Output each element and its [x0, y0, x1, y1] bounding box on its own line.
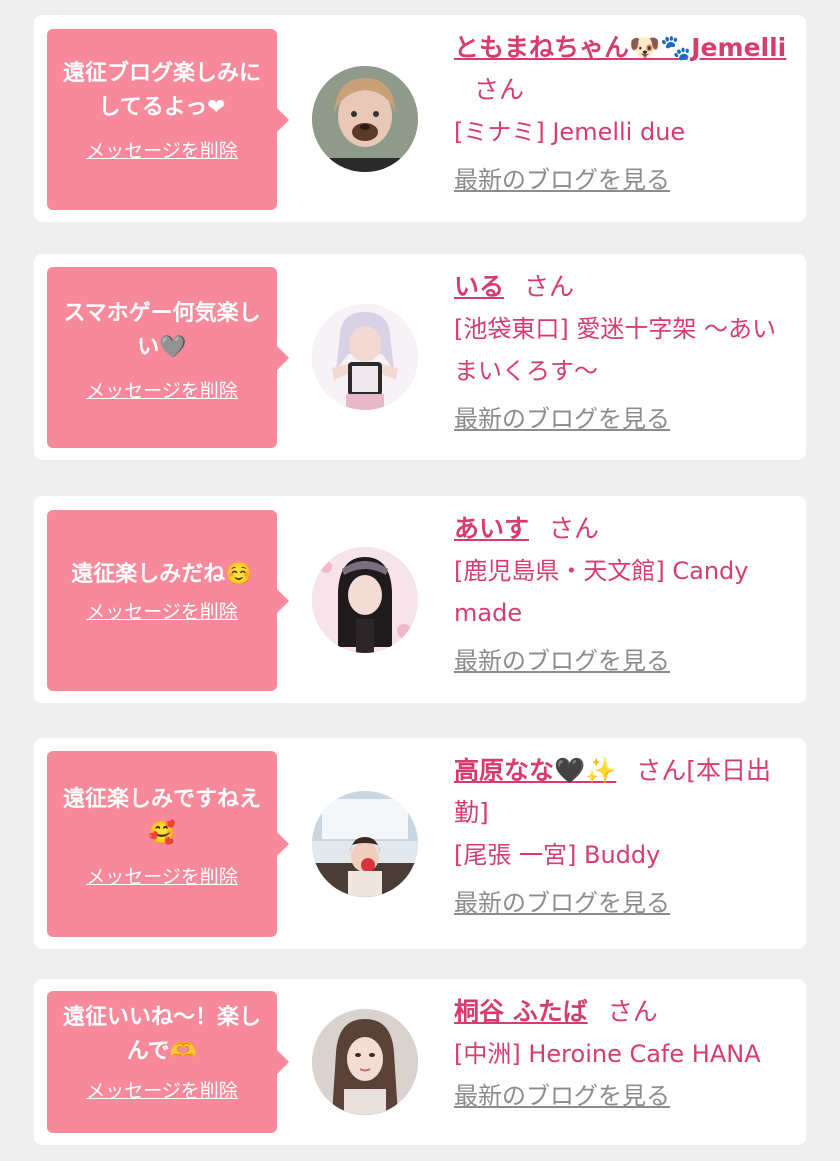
shop-name: [中洲] Heroine Cafe HANA [454, 1040, 761, 1068]
message-list: 遠征ブログ楽しみにしてるよっ❤ メッセージを削除 ともまねちゃん🐶🐾Jemell… [0, 0, 840, 1161]
message-text: スマホゲー何気楽しい🩶 [63, 301, 261, 360]
view-blog-link[interactable]: 最新のブログを見る [454, 163, 670, 197]
sender-name-link[interactable]: ともまねちゃん🐶🐾Jemelli [454, 33, 786, 62]
avatar-photo-icon [312, 304, 418, 410]
view-blog-link[interactable]: 最新のブログを見る [454, 1079, 670, 1113]
honorific: さん [636, 756, 687, 785]
avatar-photo-icon [312, 66, 418, 172]
message-card: 遠征楽しみですねえ🥰 メッセージを削除 高原なな🖤✨ さん[本日出勤] [尾張 一… [34, 738, 806, 949]
message-bubble: スマホゲー何気楽しい🩶 メッセージを削除 [47, 267, 289, 448]
message-card: スマホゲー何気楽しい🩶 メッセージを削除 いる さん [池袋東口] 愛迷十字架 〜… [34, 254, 806, 460]
name-line: 桐谷 ふたば さん [454, 991, 794, 1033]
honorific: さん [549, 514, 600, 543]
shop-name: [ミナミ] Jemelli due [454, 118, 686, 146]
name-line: いる さん [454, 266, 794, 308]
sender-name-link[interactable]: 高原なな🖤✨ [454, 756, 616, 785]
message-card: 遠征ブログ楽しみにしてるよっ❤ メッセージを削除 ともまねちゃん🐶🐾Jemell… [34, 15, 806, 222]
delete-message-link[interactable]: メッセージを削除 [86, 600, 238, 624]
shop-name: [鹿児島県・天文館] Candy made [454, 557, 749, 627]
avatar[interactable] [312, 66, 418, 172]
sender-info: 高原なな🖤✨ さん[本日出勤] [尾張 一宮] Buddy 最新のブログを見る [454, 750, 794, 920]
message-bubble: 遠征楽しみだね☺️ メッセージを削除 [47, 510, 289, 691]
message-bubble: 遠征いいね〜！楽しんで🫶 メッセージを削除 [47, 991, 289, 1133]
honorific: さん [474, 75, 525, 104]
sender-info: ともまねちゃん🐶🐾Jemelli さん [ミナミ] Jemelli due 最新の… [454, 27, 794, 197]
message-bubble: 遠征楽しみですねえ🥰 メッセージを削除 [47, 751, 289, 937]
name-line: あいす さん [454, 508, 794, 550]
message-text: 遠征楽しみですねえ🥰 [62, 787, 261, 846]
message-card: 遠征いいね〜！楽しんで🫶 メッセージを削除 桐谷 ふたば さん [中洲] Hero… [34, 979, 806, 1145]
message-text: 遠征楽しみだね☺️ [71, 562, 253, 587]
avatar[interactable] [312, 547, 418, 653]
view-blog-link[interactable]: 最新のブログを見る [454, 886, 670, 920]
sender-info: 桐谷 ふたば さん [中洲] Heroine Cafe HANA 最新のブログを見… [454, 991, 794, 1113]
avatar[interactable] [312, 1009, 418, 1115]
message-text: 遠征ブログ楽しみにしてるよっ❤ [62, 61, 261, 120]
message-bubble: 遠征ブログ楽しみにしてるよっ❤ メッセージを削除 [47, 29, 289, 210]
name-line: ともまねちゃん🐶🐾Jemelli さん [454, 27, 794, 111]
shop-name: [尾張 一宮] Buddy [454, 841, 661, 869]
delete-message-link[interactable]: メッセージを削除 [86, 1079, 238, 1103]
message-card: 遠征楽しみだね☺️ メッセージを削除 あいす さん [鹿児島県・天文館] Cand… [34, 496, 806, 703]
honorific: さん [607, 997, 658, 1026]
message-text: 遠征いいね〜！楽しんで🫶 [62, 1005, 261, 1064]
avatar[interactable] [312, 304, 418, 410]
avatar-photo-icon [312, 1009, 418, 1115]
view-blog-link[interactable]: 最新のブログを見る [454, 644, 670, 678]
avatar[interactable] [312, 791, 418, 897]
view-blog-link[interactable]: 最新のブログを見る [454, 402, 670, 436]
avatar-photo-icon [312, 547, 418, 653]
sender-info: いる さん [池袋東口] 愛迷十字架 〜あいまいくろす〜 最新のブログを見る [454, 266, 794, 436]
delete-message-link[interactable]: メッセージを削除 [86, 379, 238, 403]
sender-name-link[interactable]: あいす [454, 514, 529, 543]
honorific: さん [524, 272, 575, 301]
sender-name-link[interactable]: 桐谷 ふたば [454, 997, 588, 1026]
avatar-photo-icon [312, 791, 418, 897]
sender-name-link[interactable]: いる [454, 272, 504, 301]
shop-name: [池袋東口] 愛迷十字架 〜あいまいくろす〜 [454, 315, 776, 385]
sender-info: あいす さん [鹿児島県・天文館] Candy made 最新のブログを見る [454, 508, 794, 678]
delete-message-link[interactable]: メッセージを削除 [86, 139, 238, 163]
delete-message-link[interactable]: メッセージを削除 [86, 865, 238, 889]
name-line: 高原なな🖤✨ さん[本日出勤] [454, 750, 794, 834]
